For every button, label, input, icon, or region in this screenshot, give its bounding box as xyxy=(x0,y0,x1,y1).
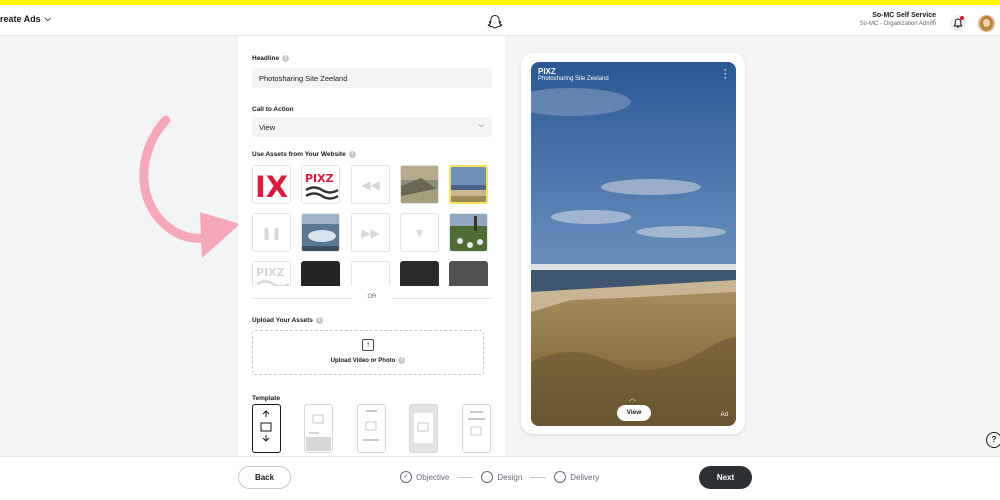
step-connector xyxy=(457,476,474,478)
svg-text:PIXZ: PIXZ xyxy=(256,266,285,279)
preview-cta-button[interactable]: View xyxy=(617,405,651,421)
asset-thumbnail-dark-1[interactable] xyxy=(301,261,340,286)
asset-thumbnail-photo-beach-selected[interactable] xyxy=(449,165,488,204)
ghost-icon[interactable] xyxy=(487,14,503,30)
ad-preview-card: PIXZ Photosharing Site Zeeland · · · ︿ Vie… xyxy=(521,53,745,434)
asset-thumbnail-photo-dunes[interactable] xyxy=(400,165,439,204)
asset-thumbnail-dropdown[interactable]: ▼ xyxy=(400,213,439,252)
bell-icon[interactable] xyxy=(950,15,966,31)
or-text: OR xyxy=(367,294,377,300)
bottom-action-bar: Back ✓ Objective Design Delivery Next xyxy=(0,456,1000,500)
website-assets-label: Use Assets from Your Website i xyxy=(252,151,356,158)
asset-thumbnail-pixz-logo[interactable]: PIXZ xyxy=(301,165,340,204)
step-objective[interactable]: Objective xyxy=(416,473,449,482)
cta-select[interactable]: View ⌵ xyxy=(252,117,492,137)
cta-select-value: View xyxy=(259,123,276,132)
create-ads-label: reate Ads xyxy=(0,14,41,24)
template-option-bottom-card[interactable] xyxy=(304,404,333,453)
asset-thumbnail-ix-logo[interactable]: IX xyxy=(252,165,291,204)
info-icon[interactable]: i xyxy=(315,317,323,324)
upload-dropzone[interactable]: ↑ Upload Video or Photo i xyxy=(252,330,484,375)
asset-thumbnail-blank[interactable] xyxy=(351,261,390,286)
chevron-up-icon: ︿ xyxy=(629,395,636,402)
svg-text:PIXZ: PIXZ xyxy=(305,172,334,185)
asset-thumbnail-photo-flowers[interactable] xyxy=(449,213,488,252)
info-icon[interactable]: i xyxy=(398,357,406,364)
chevron-down-icon[interactable]: ⌵ xyxy=(930,15,936,25)
asset-thumbnail-pixz-logo-light[interactable]: PIXZ xyxy=(252,261,291,286)
upload-button-label: Upload Video or Photo xyxy=(330,357,396,364)
upload-assets-label: Upload Your Assets i xyxy=(252,317,323,324)
svg-text:IX: IX xyxy=(255,170,288,204)
asset-thumbnail-photo-sea[interactable] xyxy=(301,213,340,252)
info-icon[interactable]: i xyxy=(282,55,290,62)
asset-thumbnail-fast-forward[interactable]: ▶▶ xyxy=(351,213,390,252)
back-button[interactable]: Back xyxy=(238,466,291,489)
account-role: So-MC - Organization Admin xyxy=(859,21,936,27)
chevron-down-icon: ⌵ xyxy=(44,14,51,23)
check-icon: ✓ xyxy=(400,471,412,483)
account-switcher[interactable]: So-MC Self Service So-MC - Organization … xyxy=(860,12,936,27)
preview-ad-tag: Ad xyxy=(720,412,728,418)
progress-stepper: ✓ Objective Design Delivery xyxy=(400,471,599,483)
step-design-circle-icon xyxy=(481,471,494,483)
template-option-framed[interactable] xyxy=(409,404,438,453)
website-assets-grid: IX PIXZ ◀◀ ❚❚ ▶▶ ▼ PIXZ xyxy=(252,165,492,286)
asset-thumbnail-dark-2[interactable] xyxy=(400,261,439,286)
template-label: Template xyxy=(252,395,281,402)
preview-beach-photo xyxy=(531,62,736,426)
create-ads-menu[interactable]: reate Ads ⌵ xyxy=(0,14,51,24)
asset-thumbnail-rewind[interactable]: ◀◀ xyxy=(351,165,390,204)
pink-arrow-icon xyxy=(139,115,240,258)
avatar[interactable] xyxy=(978,15,995,32)
headline-label: Headline i xyxy=(252,55,290,62)
preview-brand-name: PIXZ xyxy=(538,67,556,76)
top-navigation-bar: reate Ads ⌵ So-MC Self Service So-MC - O… xyxy=(0,5,1000,36)
account-name: So-MC Self Service xyxy=(872,12,936,19)
help-button[interactable]: ? xyxy=(986,432,1000,448)
template-option-split[interactable] xyxy=(462,404,491,453)
step-connector xyxy=(530,476,547,478)
step-delivery[interactable]: Delivery xyxy=(570,473,599,482)
info-icon[interactable]: i xyxy=(348,151,356,158)
ad-preview-phone: PIXZ Photosharing Site Zeeland · · · ︿ Vie… xyxy=(531,62,736,426)
next-button[interactable]: Next xyxy=(699,466,752,489)
upload-icon: ↑ xyxy=(362,339,374,351)
or-divider: OR xyxy=(252,293,492,303)
headline-input[interactable]: Photosharing Site Zeeland xyxy=(252,68,492,88)
more-options-icon[interactable]: · · · xyxy=(724,66,727,83)
ad-design-form: Headline i Photosharing Site Zeeland Call… xyxy=(238,36,505,456)
step-design[interactable]: Design xyxy=(497,473,522,482)
preview-headline: Photosharing Site Zeeland xyxy=(538,76,609,82)
template-option-full-screen-selected[interactable] xyxy=(252,404,281,453)
step-delivery-circle-icon xyxy=(554,471,567,483)
notification-dot xyxy=(960,16,964,20)
asset-thumbnail-dark-3[interactable] xyxy=(449,261,488,286)
asset-thumbnail-pause[interactable]: ❚❚ xyxy=(252,213,291,252)
chevron-down-icon: ⌵ xyxy=(478,122,484,129)
cta-label: Call to Action xyxy=(252,106,294,113)
template-option-text-below[interactable] xyxy=(357,404,386,453)
